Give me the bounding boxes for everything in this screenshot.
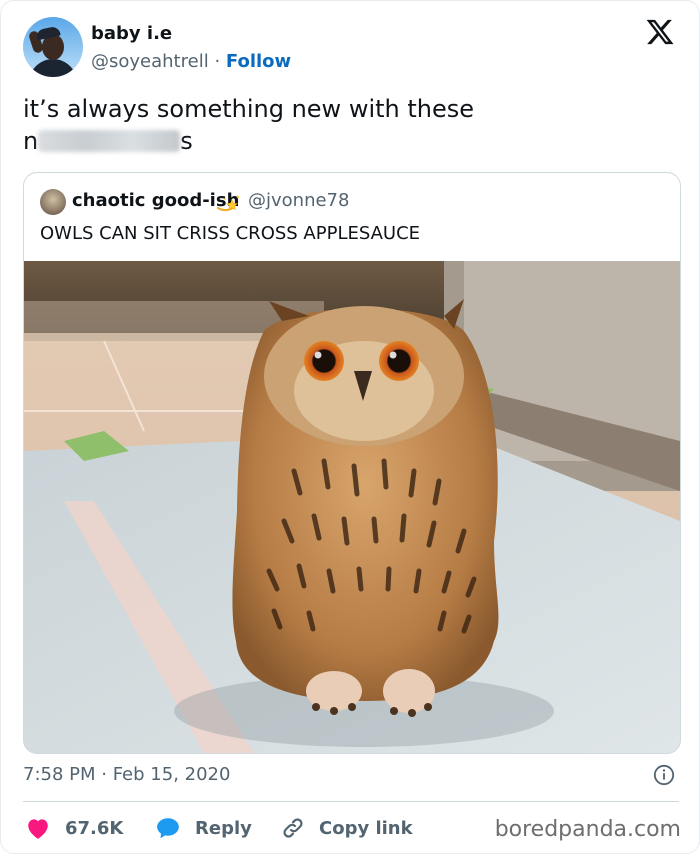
star-emoji-icon — [217, 195, 240, 212]
x-logo-icon[interactable] — [645, 17, 675, 47]
quoted-tweet[interactable]: chaotic good-ish @jvonne78 OWLS CAN SIT … — [23, 172, 681, 754]
boredpanda-watermark: boredpanda.com — [494, 817, 681, 842]
tweet-card: baby i.e @soyeahtrell · Follow it’s alwa… — [0, 0, 700, 854]
tweet-timestamp[interactable]: 7:58 PM · Feb 15, 2020 — [23, 764, 230, 785]
copy-link-button[interactable]: Copy link — [281, 813, 413, 843]
author-meta: @soyeahtrell · Follow — [91, 51, 291, 72]
reply-label: Reply — [195, 817, 252, 839]
tweet-text-start: n — [23, 127, 39, 155]
like-count: 67.6K — [65, 817, 124, 839]
like-button[interactable]: 67.6K — [25, 813, 123, 843]
tweet-text-line2: ns — [23, 125, 679, 157]
owl-photo[interactable] — [24, 261, 680, 753]
speech-bubble-icon — [157, 818, 179, 839]
quoted-author-handle: @jvonne78 — [248, 190, 350, 211]
tweet-header: baby i.e @soyeahtrell · Follow — [23, 17, 679, 79]
author-avatar[interactable] — [23, 17, 83, 77]
divider — [23, 801, 679, 802]
tweet-text: it’s always something new with these ns — [23, 93, 679, 157]
copy-link-label: Copy link — [319, 817, 413, 839]
author-name[interactable]: baby i.e — [91, 23, 172, 44]
author-handle[interactable]: @soyeahtrell — [91, 51, 209, 72]
tweet-text-end: s — [180, 127, 193, 155]
heart-icon — [28, 819, 48, 839]
separator-dot: · — [214, 51, 221, 72]
redacted-text — [38, 130, 181, 152]
quoted-text: OWLS CAN SIT CRISS CROSS APPLESAUCE — [40, 223, 421, 244]
tweet-text-line1: it’s always something new with these — [23, 95, 475, 123]
reply-button[interactable]: Reply — [155, 813, 252, 843]
link-icon — [283, 818, 303, 838]
quoted-author-avatar — [40, 189, 66, 215]
quoted-author-name: chaotic good-ish — [72, 190, 240, 211]
follow-button[interactable]: Follow — [226, 51, 291, 72]
info-icon[interactable] — [653, 764, 675, 786]
